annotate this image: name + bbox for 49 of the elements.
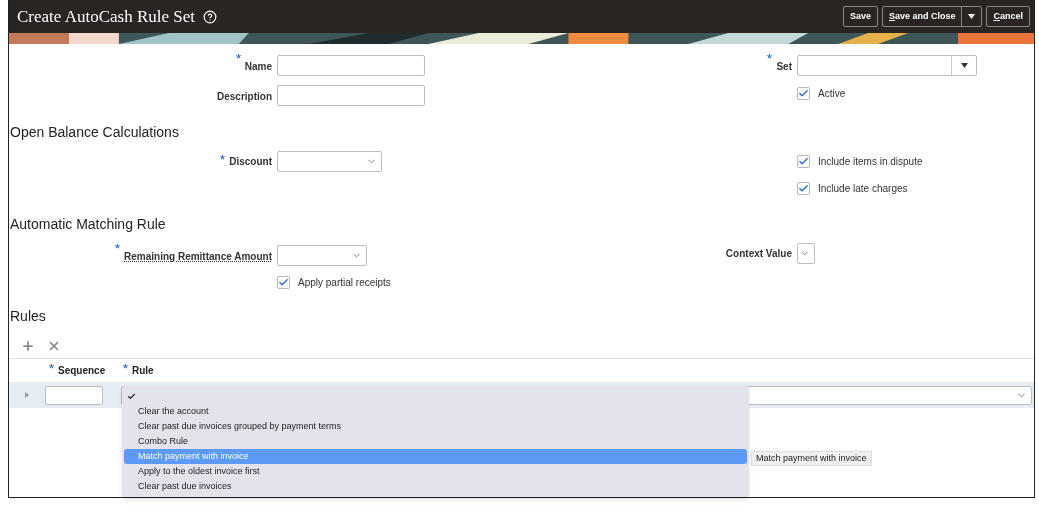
menu-item[interactable]: Clear past due invoices — [124, 479, 747, 494]
required-icon — [49, 364, 54, 369]
add-icon[interactable] — [21, 339, 35, 353]
column-header: Rule — [123, 363, 154, 378]
text-field[interactable] — [277, 84, 425, 106]
select-field[interactable] — [797, 243, 815, 264]
required-icon — [235, 54, 241, 59]
checkbox[interactable] — [797, 87, 810, 100]
section-heading: Rules — [10, 307, 46, 326]
section-heading: Automatic Matching Rule — [10, 215, 166, 234]
page-title: Create AutoCash Rule Set — [17, 5, 195, 28]
required-icon — [123, 364, 128, 369]
menu-item[interactable]: Clear past due invoices grouped by payment terms — [124, 419, 747, 434]
field-label: Description — [217, 91, 272, 102]
menu-item[interactable]: Apply to the oldest invoice first — [124, 464, 747, 479]
checkbox-label: Apply partial receipts — [298, 276, 391, 290]
required-icon — [115, 244, 120, 249]
field-label: Name — [235, 61, 272, 72]
select-field[interactable] — [277, 151, 382, 172]
text-field[interactable] — [45, 385, 103, 405]
checkbox-label: Include late charges — [818, 182, 908, 196]
required-icon — [220, 155, 226, 160]
split-button[interactable]: Save and Close — [881, 6, 983, 27]
field-label: Set — [767, 61, 792, 72]
checkbox[interactable] — [277, 276, 290, 289]
caret-icon — [968, 14, 976, 19]
field-label: Remaining Remittance Amount — [115, 251, 272, 262]
delete-icon[interactable] — [47, 339, 61, 353]
column-header: Sequence — [45, 363, 123, 378]
required-icon — [767, 54, 773, 59]
toolbar-button[interactable]: Cancel — [986, 6, 1030, 27]
field-label: Context Value — [725, 247, 792, 261]
checkbox-label: Active — [818, 87, 846, 101]
checkbox[interactable] — [797, 182, 810, 195]
section-heading: Open Balance Calculations — [10, 123, 179, 142]
menu-item[interactable]: Clear the account — [124, 404, 747, 419]
help-icon[interactable] — [203, 9, 217, 24]
check-icon — [126, 392, 136, 401]
menu-item[interactable]: Combo Rule — [124, 434, 747, 449]
checkbox[interactable] — [797, 155, 810, 168]
expand-icon[interactable] — [25, 392, 29, 398]
checkbox-label: Include items in dispute — [818, 155, 923, 169]
tooltip: Match payment with invoice — [751, 451, 872, 466]
caret-icon — [960, 62, 968, 68]
select-field[interactable] — [277, 244, 367, 266]
text-field[interactable] — [277, 54, 425, 76]
toolbar-button[interactable]: Save — [842, 6, 878, 27]
field-label: Discount — [220, 154, 272, 169]
select-field[interactable] — [797, 54, 977, 76]
